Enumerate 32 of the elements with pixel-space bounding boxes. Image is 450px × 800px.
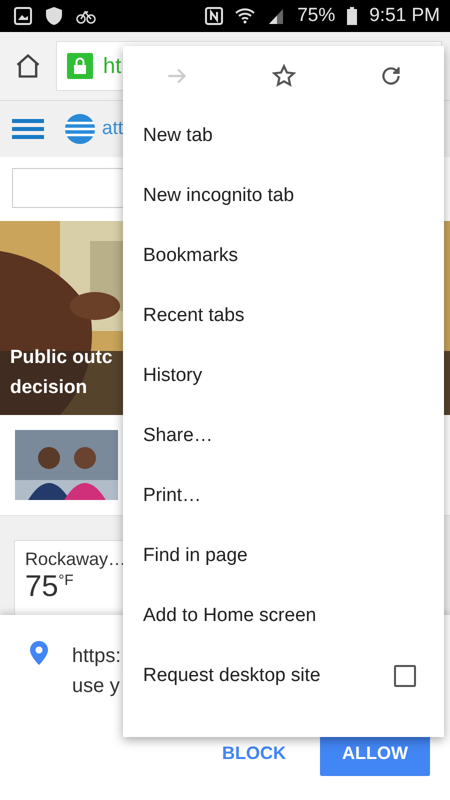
shield-icon [44,6,64,26]
star-icon[interactable] [270,63,296,89]
menu-item[interactable]: New tab [123,106,444,166]
home-icon[interactable] [14,52,42,80]
menu-item[interactable]: Request desktop site [123,646,444,706]
menu-item[interactable]: Bookmarks [123,226,444,286]
battery-percent: 75% [297,5,336,27]
clock: 9:51 PM [369,5,440,27]
signal-icon [267,7,286,25]
menu-item[interactable]: Share… [123,406,444,466]
permission-text: use y [72,674,121,699]
menu-item[interactable]: Add to Home screen [123,586,444,646]
menu-item[interactable]: Print… [123,466,444,526]
temperature: 75 [25,570,58,604]
menu-icon[interactable] [12,117,44,141]
url-text: ht [103,53,122,79]
temperature-unit: °F [58,572,74,589]
headline-text: Public outc [10,346,112,370]
image-icon [14,7,32,25]
headline-text: decision [10,376,88,400]
globe-logo-icon [64,113,96,145]
block-button[interactable]: BLOCK [200,731,308,776]
checkbox[interactable] [394,665,416,687]
logo-text: att [102,118,124,140]
permission-text: https: [72,644,121,669]
menu-item[interactable]: History [123,346,444,406]
menu-item[interactable]: Recent tabs [123,286,444,346]
menu-item[interactable]: New incognito tab [123,166,444,226]
location-pin-icon [30,641,48,665]
nfc-icon [205,7,224,25]
battery-icon [347,7,358,25]
wifi-icon [235,7,256,25]
